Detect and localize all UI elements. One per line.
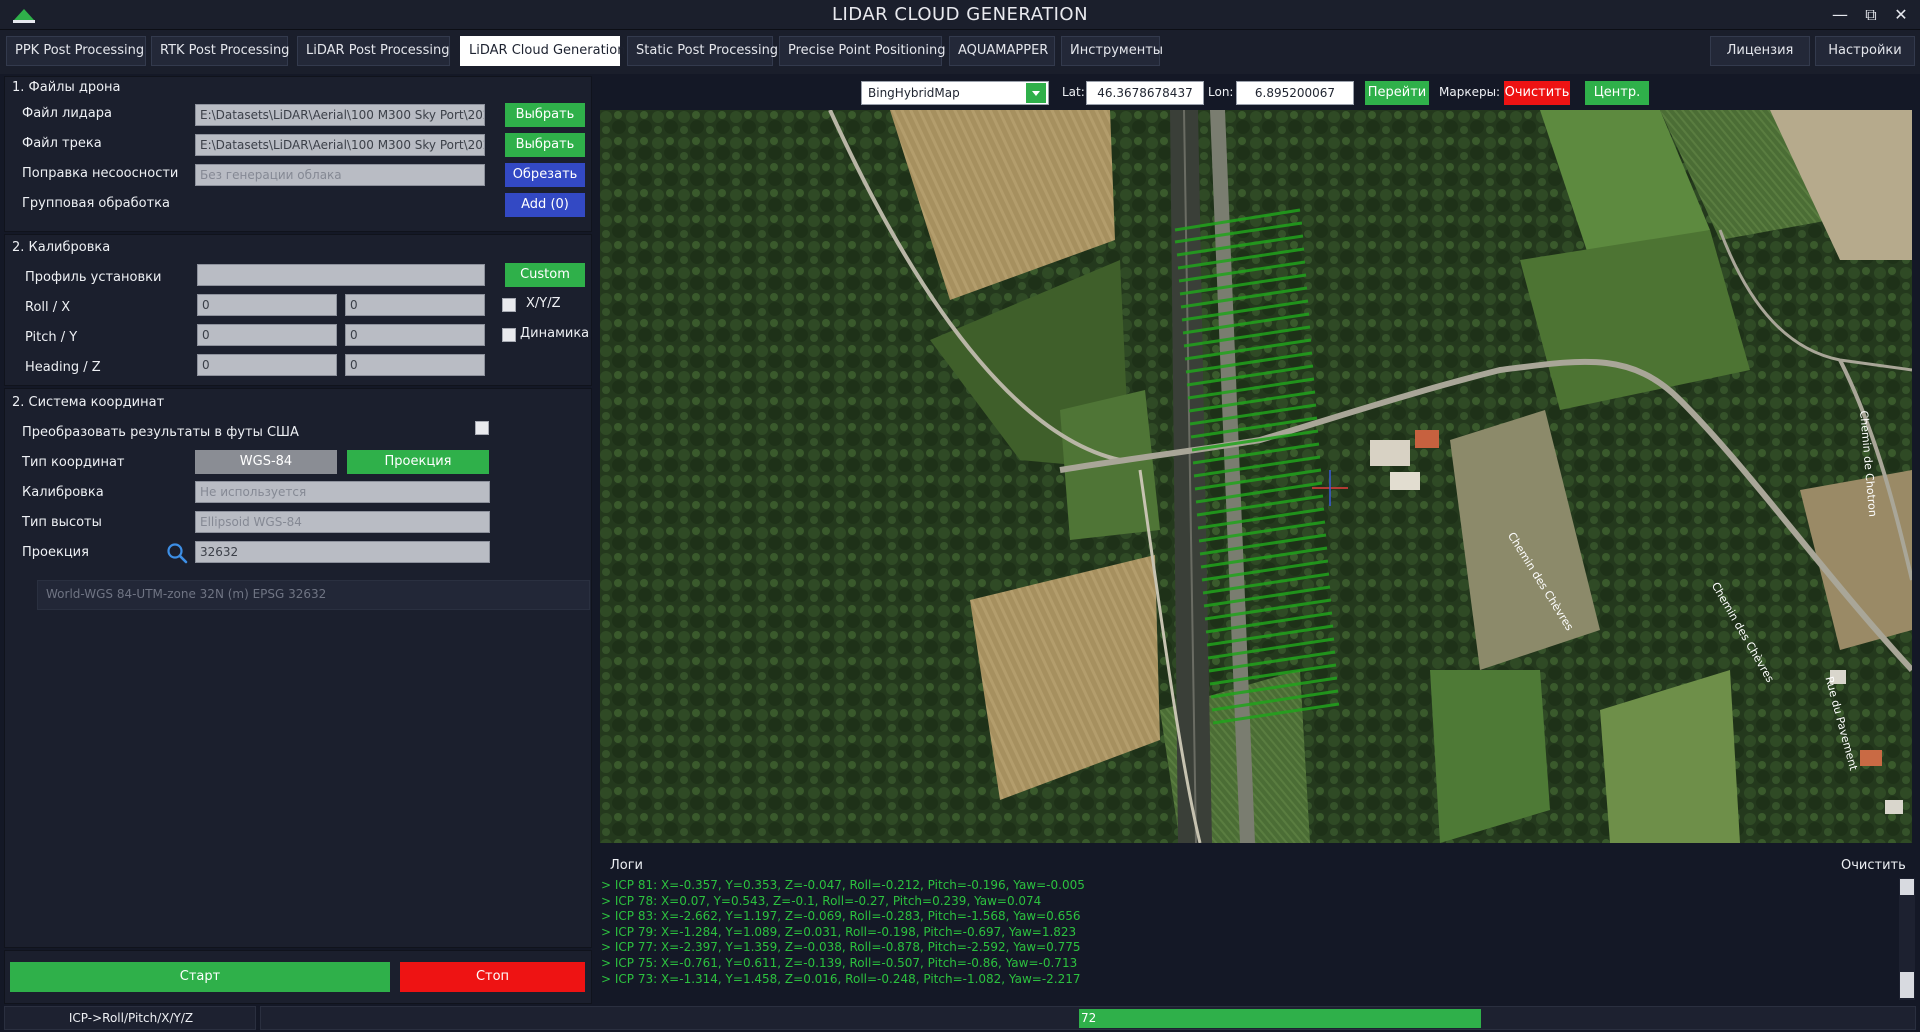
- projection-field[interactable]: 32632: [195, 541, 490, 563]
- title-bar: LIDAR CLOUD GENERATION — ⧉ ✕: [0, 0, 1920, 30]
- goto-button[interactable]: Перейти: [1365, 81, 1429, 105]
- status-mode: ICP->Roll/Pitch/X/Y/Z: [68, 1011, 194, 1025]
- heading-label: Heading / Z: [25, 360, 101, 375]
- log-line: > ICP 79: X=-1.284, Y=1.089, Z=0.031, Ro…: [601, 924, 1077, 939]
- dropdown-arrow-icon[interactable]: [1026, 83, 1046, 103]
- xyz-label: X/Y/Z: [526, 296, 561, 311]
- tab-ppp[interactable]: Precise Point Positioning: [779, 36, 945, 66]
- crosshair-marker-icon: [1312, 470, 1348, 506]
- logs-scrollbar[interactable]: [1899, 878, 1915, 1000]
- window-title: LIDAR CLOUD GENERATION: [831, 4, 1089, 25]
- profile-label: Профиль установки: [25, 270, 162, 285]
- clear-logs-button[interactable]: Очистить: [1841, 858, 1906, 873]
- misalign-field[interactable]: Без генерации облака: [195, 164, 485, 186]
- flight-track-overlay: [1174, 208, 1340, 725]
- roll-x-field[interactable]: 0: [197, 294, 337, 316]
- misalign-label: Поправка несоосности: [22, 166, 179, 181]
- lat-label: Lat:: [1062, 85, 1085, 99]
- dynamics-label: Динамика: [520, 326, 590, 341]
- projection-description: World-WGS 84-UTM-zone 32N (m) EPSG 32632: [46, 587, 327, 601]
- lon-label: Lon:: [1208, 85, 1234, 99]
- map-type-select[interactable]: BingHybridMap: [861, 81, 1049, 105]
- tab-bar: PPK Post Processing RTK Post Processing …: [0, 30, 1920, 74]
- projection-button[interactable]: Проекция: [347, 450, 489, 474]
- projection-description-box: World-WGS 84-UTM-zone 32N (m) EPSG 32632: [37, 580, 590, 610]
- log-line: > ICP 75: X=-0.761, Y=0.611, Z=-0.139, R…: [601, 955, 1078, 970]
- progress-bar: 72: [1079, 1009, 1481, 1028]
- logs-title: Логи: [610, 858, 644, 873]
- batch-label: Групповая обработка: [22, 196, 170, 211]
- progress-label: 72: [1081, 1011, 1097, 1025]
- us-feet-label: Преобразовать результаты в футы США: [22, 425, 299, 440]
- pitch-label: Pitch / Y: [25, 330, 78, 345]
- restore-icon[interactable]: ⧉: [1860, 4, 1882, 26]
- coords-title: 2. Система координат: [12, 395, 165, 410]
- roll-x-field-2[interactable]: 0: [345, 294, 485, 316]
- status-mode-box: ICP->Roll/Pitch/X/Y/Z: [4, 1006, 256, 1030]
- xyz-checkbox[interactable]: [502, 298, 516, 312]
- lidar-file-label: Файл лидара: [22, 106, 112, 121]
- log-line: > ICP 81: X=-0.357, Y=0.353, Z=-0.047, R…: [601, 878, 1085, 892]
- roll-label: Roll / X: [25, 300, 71, 315]
- tab-lidar-cloud[interactable]: LiDAR Cloud Generation: [460, 36, 625, 66]
- height-type-field[interactable]: Ellipsoid WGS-84: [195, 511, 490, 533]
- log-line: > ICP 83: X=-2.662, Y=1.197, Z=-0.069, R…: [601, 909, 1081, 924]
- tab-aquamapper[interactable]: AQUAMAPPER: [949, 36, 1055, 66]
- dynamics-checkbox[interactable]: [502, 328, 516, 342]
- heading-z-field[interactable]: 0: [197, 354, 337, 376]
- close-icon[interactable]: ✕: [1890, 4, 1912, 26]
- tab-lidar-post[interactable]: LiDAR Post Processing: [297, 36, 450, 66]
- height-type-label: Тип высоты: [22, 515, 102, 530]
- log-line: > ICP 77: X=-2.397, Y=1.359, Z=-0.038, R…: [601, 940, 1081, 955]
- tab-rtk[interactable]: RTK Post Processing: [151, 36, 289, 66]
- add-batch-button[interactable]: Add (0): [505, 193, 585, 217]
- coord-type-label: Тип координат: [22, 455, 125, 470]
- select-lidar-button[interactable]: Выбрать: [505, 103, 585, 127]
- markers-label: Маркеры:: [1439, 85, 1501, 99]
- center-button[interactable]: Центр.: [1585, 81, 1649, 105]
- coord-calib-label: Калибровка: [22, 485, 104, 500]
- map-view[interactable]: Chemin des Chèvres Chemin des Chèvres Ru…: [600, 110, 1912, 843]
- track-file-label: Файл трека: [22, 136, 102, 151]
- search-icon[interactable]: [166, 542, 188, 564]
- clear-markers-button[interactable]: Очистить: [1504, 81, 1570, 105]
- track-file-field[interactable]: E:\Datasets\LiDAR\Aerial\100 M300 Sky Po…: [195, 134, 485, 156]
- tab-tools[interactable]: Инструменты: [1061, 36, 1163, 66]
- select-track-button[interactable]: Выбрать: [505, 133, 585, 157]
- tab-static[interactable]: Static Post Processing: [627, 36, 778, 66]
- tab-license[interactable]: Лицензия: [1710, 36, 1810, 66]
- minimize-icon[interactable]: —: [1829, 4, 1851, 26]
- log-line: > ICP 78: X=0.07, Y=0.543, Z=-0.1, Roll=…: [601, 893, 1042, 908]
- map-type-value: BingHybridMap: [868, 86, 960, 100]
- us-feet-checkbox[interactable]: [475, 421, 489, 435]
- lon-input[interactable]: 6.895200067: [1236, 81, 1354, 105]
- profile-field[interactable]: [197, 264, 485, 286]
- coord-calib-field[interactable]: Не используется: [195, 481, 490, 503]
- stop-button[interactable]: Стоп: [400, 962, 585, 992]
- custom-button[interactable]: Custom: [505, 263, 585, 287]
- tab-ppk[interactable]: PPK Post Processing: [6, 36, 146, 66]
- start-button[interactable]: Старт: [10, 962, 390, 992]
- drone-files-title: 1. Файлы дрона: [12, 80, 121, 95]
- pitch-y-field-2[interactable]: 0: [345, 324, 485, 346]
- wgs84-button[interactable]: WGS-84: [195, 450, 337, 474]
- scroll-up-icon[interactable]: [1900, 879, 1914, 895]
- pitch-y-field[interactable]: 0: [197, 324, 337, 346]
- tab-settings[interactable]: Настройки: [1815, 36, 1915, 66]
- calibration-title: 2. Калибровка: [12, 240, 111, 255]
- status-bar: ICP->Roll/Pitch/X/Y/Z 72: [0, 1005, 1920, 1032]
- cut-button[interactable]: Обрезать: [505, 163, 585, 187]
- logs-panel: Логи Очистить > ICP 81: X=-0.357, Y=0.35…: [597, 850, 1917, 1005]
- scroll-thumb[interactable]: [1900, 972, 1914, 998]
- log-lines: > ICP 81: X=-0.357, Y=0.353, Z=-0.047, R…: [601, 878, 1891, 987]
- lat-input[interactable]: 46.3678678437: [1086, 81, 1204, 105]
- progress-track: 72: [260, 1006, 1916, 1030]
- projection-label: Проекция: [22, 545, 89, 560]
- lidar-file-field[interactable]: E:\Datasets\LiDAR\Aerial\100 M300 Sky Po…: [195, 104, 485, 126]
- heading-z-field-2[interactable]: 0: [345, 354, 485, 376]
- log-line: > ICP 73: X=-1.314, Y=1.458, Z=0.016, Ro…: [601, 971, 1081, 986]
